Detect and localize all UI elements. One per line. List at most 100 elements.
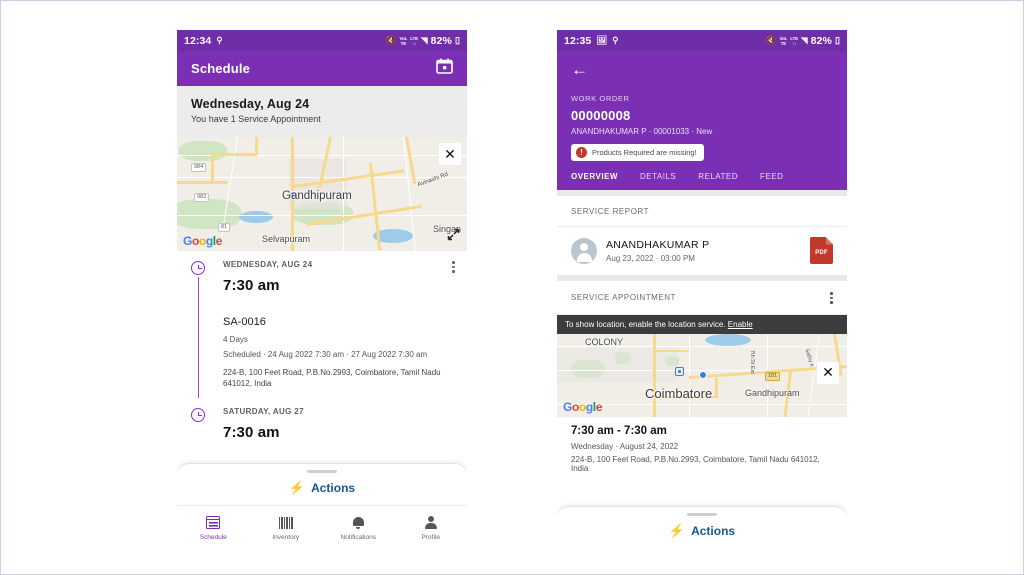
- google-logo: Google: [183, 234, 222, 248]
- map-label: 7th St Est: [749, 349, 755, 374]
- kebab-menu-icon[interactable]: [452, 261, 455, 273]
- lightning-bolt-icon: ⚡: [668, 523, 686, 538]
- appointment-address: 224-B, 100 Feet Road, P.B.No.2993, Coimb…: [223, 368, 441, 388]
- nav-item-profile[interactable]: Profile: [395, 514, 468, 541]
- status-bar: 12:34 ⚲ 🔇 VoL TE LTE ↑↓ ◥ 82% ▯: [177, 30, 467, 51]
- map-label: Gandhipuram: [282, 190, 352, 202]
- work-order-body: SERVICE REPORT ANANDHAKUMAR P Aug 23, 20…: [557, 190, 847, 483]
- appointment-id[interactable]: SA-0016: [223, 316, 457, 328]
- location-permission-banner[interactable]: To show location, enable the location se…: [557, 314, 847, 334]
- location-pin-icon: ⚲: [612, 35, 619, 46]
- person-icon: [424, 516, 437, 529]
- work-order-number: 00000008: [571, 108, 631, 123]
- route-shield: 984: [191, 163, 207, 172]
- status-clock: 12:35: [564, 34, 592, 47]
- close-icon[interactable]: ✕: [817, 361, 839, 384]
- battery-icon: ▯: [454, 35, 460, 45]
- timeline-date: SATURDAY, AUG 27: [223, 407, 304, 416]
- status-badge[interactable]: ! Products Required are missing!: [571, 144, 704, 161]
- actions-bottom-sheet[interactable]: ⚡ Actions: [557, 506, 847, 548]
- calendar-icon[interactable]: [436, 58, 453, 79]
- bottom-navigation: Schedule Inventory Notifications Profile: [177, 505, 467, 548]
- clock-icon: [191, 261, 205, 275]
- actions-label: Actions: [311, 481, 356, 495]
- map-label: COLONY: [585, 336, 624, 347]
- warning-icon: !: [576, 147, 587, 158]
- actions-button[interactable]: ⚡ Actions: [177, 473, 467, 505]
- nav-label: Profile: [421, 533, 440, 541]
- volte-icon: VoL TE: [779, 35, 788, 46]
- tab-details[interactable]: DETAILS: [640, 172, 676, 181]
- date-header: Wednesday, Aug 24 You have 1 Service App…: [177, 86, 467, 137]
- map-label: Gandhipuram: [745, 387, 800, 398]
- timeline-time: 7:30 am: [223, 424, 280, 441]
- appointment-map[interactable]: COLONY Coimbatore Gandhipuram 7th St Est…: [557, 333, 847, 417]
- mute-icon: 🔇: [385, 35, 397, 46]
- nav-item-notifications[interactable]: Notifications: [322, 514, 395, 541]
- service-report-section-label: SERVICE REPORT: [557, 196, 847, 227]
- route-shield: 982: [194, 193, 210, 202]
- close-icon[interactable]: ✕: [439, 143, 461, 165]
- map-label: Selvapuram: [262, 234, 311, 244]
- timeline-date: WEDNESDAY, AUG 24: [223, 260, 313, 269]
- expand-icon[interactable]: [445, 226, 461, 242]
- page-title: Schedule: [191, 61, 250, 76]
- section-label-text: SERVICE REPORT: [571, 207, 650, 216]
- app-bar: Schedule: [177, 51, 467, 86]
- location-banner-text: To show location, enable the location se…: [565, 319, 726, 329]
- appointment-time-range: 7:30 am - 7:30 am: [571, 424, 667, 437]
- service-report-row[interactable]: ANANDHAKUMAR P Aug 23, 2022 · 03:00 PM P…: [557, 227, 847, 275]
- back-arrow-icon[interactable]: ←: [571, 61, 591, 78]
- status-clock: 12:34: [184, 34, 212, 47]
- google-logo: Google: [563, 399, 602, 414]
- enable-location-link[interactable]: Enable: [728, 320, 753, 329]
- appointment-day: Wednesday · August 24, 2022: [571, 441, 679, 451]
- timeline-gutter: [177, 398, 223, 449]
- work-order-header: ← WORK ORDER 00000008 ANANDHAKUMAR P · 0…: [557, 51, 847, 190]
- appointment-address: 224-B, 100 Feet Road, P.B.No.2993, Coimb…: [571, 454, 820, 473]
- lte-icon: LTE ↑↓: [410, 35, 418, 46]
- kebab-menu-icon[interactable]: [830, 292, 833, 304]
- appointment-timeline: WEDNESDAY, AUG 24 7:30 am SA-0016 4 Days…: [177, 251, 467, 449]
- phone-right-work-order-screen: 12:35 🖼 ⚲ 🔇 VoL TE LTE ↑↓ ◥ 82% ▯ ← WORK O…: [557, 30, 847, 548]
- service-appointment-section-label: SERVICE APPOINTMENT: [557, 281, 847, 315]
- signal-bars-icon: ◥: [420, 35, 428, 46]
- tab-overview[interactable]: OVERVIEW: [571, 172, 618, 181]
- timeline-entry[interactable]: SATURDAY, AUG 27 7:30 am: [177, 398, 467, 449]
- map-label: Coimbatore: [645, 385, 713, 401]
- timeline-entry[interactable]: WEDNESDAY, AUG 24 7:30 am SA-0016 4 Days…: [177, 251, 467, 398]
- service-report-date: Aug 23, 2022 · 03:00 PM: [606, 253, 695, 263]
- timeline-connector: [197, 277, 200, 398]
- section-label-text: SERVICE APPOINTMENT: [571, 293, 676, 303]
- pdf-label: PDF: [815, 250, 828, 256]
- lte-icon: LTE ↑↓: [790, 35, 798, 46]
- tab-related[interactable]: RELATED: [698, 172, 738, 181]
- date-header-title: Wednesday, Aug 24: [191, 97, 310, 111]
- current-location-dot: [699, 370, 707, 379]
- nav-item-schedule[interactable]: Schedule: [177, 514, 250, 541]
- lightning-bolt-icon: ⚡: [288, 480, 306, 495]
- barcode-icon: [278, 516, 293, 529]
- actions-label: Actions: [691, 524, 736, 538]
- status-bar: 12:35 🖼 ⚲ 🔇 VoL TE LTE ↑↓ ◥ 82% ▯: [557, 30, 847, 51]
- actions-button[interactable]: ⚡ Actions: [557, 516, 847, 548]
- tab-feed[interactable]: FEED: [760, 172, 783, 181]
- mute-icon: 🔇: [765, 35, 777, 46]
- battery-percent: 82%: [810, 34, 832, 47]
- service-report-name: ANANDHAKUMAR P: [606, 238, 710, 251]
- work-order-kicker: WORK ORDER: [571, 94, 630, 103]
- appointment-schedule: Scheduled · 24 Aug 2022 7:30 am · 27 Aug…: [223, 350, 428, 359]
- route-shield: 181: [765, 371, 781, 381]
- phone-left-schedule-screen: 12:34 ⚲ 🔇 VoL TE LTE ↑↓ ◥ 82% ▯ Schedule W…: [177, 30, 467, 548]
- battery-icon: ▯: [834, 35, 840, 45]
- pdf-file-icon[interactable]: PDF: [810, 237, 833, 264]
- actions-bottom-sheet[interactable]: ⚡ Actions: [177, 463, 467, 505]
- tab-bar: OVERVIEW DETAILS RELATED FEED: [571, 172, 833, 190]
- nav-label: Inventory: [272, 533, 300, 541]
- nav-item-inventory[interactable]: Inventory: [250, 514, 323, 541]
- route-shield: 81: [218, 223, 231, 232]
- schedule-map[interactable]: Gandhipuram Selvapuram Singan Avinashi R…: [177, 137, 467, 251]
- signal-bars-icon: ◥: [800, 35, 808, 46]
- nav-label: Notifications: [340, 533, 376, 541]
- bell-icon: [352, 516, 364, 530]
